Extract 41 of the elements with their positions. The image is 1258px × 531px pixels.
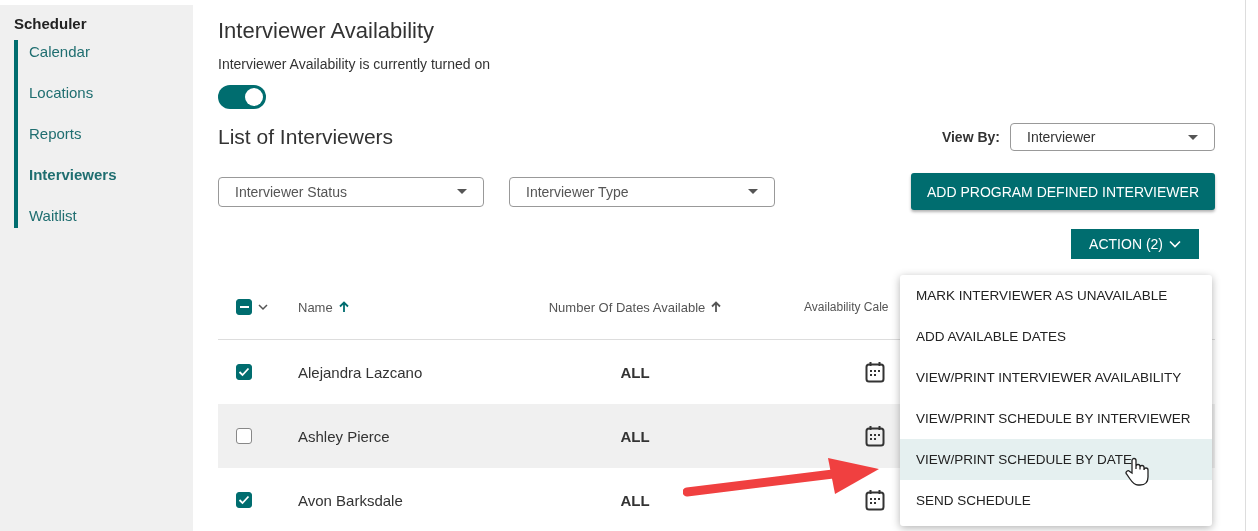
sidebar-item[interactable]: Interviewers [29,165,193,185]
dates-cell-text: ALL [619,363,651,381]
menu-item[interactable]: VIEW/PRINT SCHEDULE BY INTERVIEWER [900,398,1212,439]
chevron-down-icon[interactable] [258,303,268,311]
name-cell-text: Avon Barksdale [298,491,404,509]
dates-cell-text: ALL [619,491,651,509]
sort-arrow-icon[interactable] [711,301,722,313]
status-text: Interviewer Availability is currently turned on [218,56,492,72]
sidebar-item[interactable]: Locations [29,83,193,103]
column-header[interactable]: Availability Cale [804,300,889,314]
row-checkbox[interactable] [236,364,252,380]
sort-arrow-icon[interactable] [338,301,349,313]
row-checkbox[interactable] [236,492,252,508]
sidebar-item[interactable]: Reports [29,124,193,144]
menu-item[interactable]: ADD AVAILABLE DATES [900,316,1212,357]
sidebar-title: Scheduler [14,15,88,32]
filter-dropdown[interactable]: Interviewer Type [509,176,775,207]
menu-item[interactable]: VIEW/PRINT SCHEDULE BY DATE [900,439,1212,480]
availability-toggle[interactable] [218,85,266,109]
column-header[interactable]: Number Of Dates Available [548,299,706,315]
page-title: Interviewer Availability [218,18,436,44]
name-cell-text: Alejandra Lazcano [298,363,424,381]
list-title: List of Interviewers [218,125,394,149]
menu-item[interactable]: MARK INTERVIEWER AS UNAVAILABLE [900,275,1212,316]
select-all-checkbox[interactable] [236,299,252,315]
row-checkbox[interactable] [236,428,252,444]
filter-dropdown[interactable]: Interviewer Status [218,176,484,207]
sidebar-item[interactable]: Waitlist [29,206,193,226]
calendar-icon[interactable] [865,489,885,511]
add-interviewer-button[interactable]: ADD PROGRAM DEFINED INTERVIEWER [911,173,1215,210]
view-by-dropdown[interactable]: Interviewer [1010,123,1215,151]
column-header[interactable]: Name [298,299,333,315]
action-button[interactable]: ACTION (2) [1071,229,1199,259]
view-by-label: View By: [941,129,1000,145]
sidebar-item[interactable]: Calendar [29,42,193,62]
menu-item[interactable]: VIEW/PRINT INTERVIEWER AVAILABILITY [900,357,1212,398]
dates-cell-text: ALL [619,427,651,445]
calendar-icon[interactable] [865,425,885,447]
name-cell-text: Ashley Pierce [298,427,391,445]
menu-item[interactable]: SEND SCHEDULE [900,480,1212,521]
calendar-icon[interactable] [865,361,885,383]
